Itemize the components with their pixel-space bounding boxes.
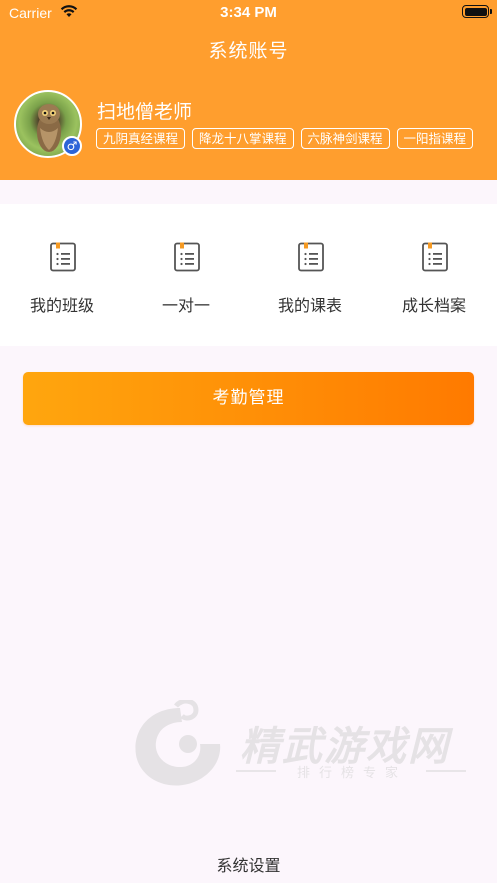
male-icon: ♂ (62, 136, 82, 156)
page-title: 系统账号 (208, 40, 289, 62)
course-tag[interactable]: 一阳指课程 (396, 128, 474, 149)
document-list-icon (422, 242, 448, 272)
menu-panel: 我的班级 一对一 我的课表 成长档案 (0, 204, 497, 346)
system-settings-link[interactable]: 系统设置 (0, 852, 497, 876)
battery-icon (462, 5, 492, 18)
menu-item-growth-record[interactable]: 成长档案 (372, 204, 496, 346)
document-list-icon (50, 242, 76, 272)
menu-item-my-class[interactable]: 我的班级 (0, 204, 124, 346)
status-bar: Carrier 3:34 PM (0, 0, 497, 26)
document-list-icon (298, 242, 324, 272)
menu-item-my-schedule[interactable]: 我的课表 (248, 204, 372, 346)
watermark: 精武游戏网 排行榜专家 (130, 698, 475, 790)
course-tag[interactable]: 六脉神剑课程 (300, 128, 390, 149)
watermark-divider (426, 770, 466, 772)
watermark-logo-icon (135, 698, 221, 786)
menu-item-one-on-one[interactable]: 一对一 (124, 204, 248, 346)
menu-item-label: 成长档案 (401, 296, 466, 315)
course-tag[interactable]: 降龙十八掌课程 (192, 128, 294, 149)
menu-item-label: 我的班级 (29, 296, 94, 315)
status-time: 3:34 PM (220, 4, 277, 21)
document-list-icon (174, 242, 200, 272)
avatar[interactable]: ♂ (14, 90, 82, 158)
menu-item-label: 我的课表 (277, 296, 342, 315)
user-name: 扫地僧老师 (97, 101, 193, 123)
course-tags: 九阴真经课程 降龙十八掌课程 六脉神剑课程 一阳指课程 (96, 128, 474, 149)
header: Carrier 3:34 PM 系统账号 ♂ 扫地僧老师 九阴真经课程 降龙十八… (0, 0, 497, 180)
attendance-management-button[interactable]: 考勤管理 (23, 372, 474, 425)
course-tag[interactable]: 九阴真经课程 (96, 128, 186, 149)
menu-item-label: 一对一 (161, 296, 210, 315)
